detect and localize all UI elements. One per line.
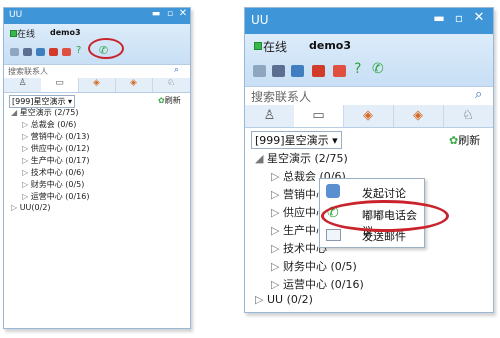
- large-username: demo3: [309, 39, 352, 52]
- large-collapse-icon: ▷: [271, 242, 280, 255]
- small-people-icon[interactable]: [23, 48, 32, 56]
- small-search-bar[interactable]: 搜索联系人 ⌕: [4, 64, 190, 79]
- small-tree-uu-group[interactable]: ▷ UU(0/2): [11, 203, 51, 212]
- small-tree-item[interactable]: ▷ 供应中心 (0/12): [22, 143, 89, 154]
- large-search-icon[interactable]: ⌕: [475, 87, 482, 102]
- large-collapse-icon: ▷: [271, 260, 280, 273]
- large-status-text[interactable]: 在线: [263, 38, 287, 55]
- small-tree-item[interactable]: ▷ 运营中心 (0/16): [22, 191, 89, 202]
- discussion-icon: [326, 184, 340, 198]
- mail-icon: [326, 229, 341, 241]
- large-title-bar: UU ▬ ▫ ✕: [245, 8, 493, 34]
- large-tree-root[interactable]: ◢ 星空演示 (2/75): [255, 150, 348, 166]
- small-tree-item[interactable]: ▷ 生产中心 (0/17): [22, 155, 89, 166]
- large-maximize-button[interactable]: ▫: [451, 11, 467, 25]
- small-username: demo3: [50, 28, 81, 37]
- large-app-icon[interactable]: [312, 65, 325, 77]
- small-collapse-icon: ▷: [22, 180, 29, 189]
- small-tree-item[interactable]: ▷ 财务中心 (0/5): [22, 179, 84, 190]
- small-help-icon[interactable]: ?: [76, 46, 86, 56]
- small-tab-groups[interactable]: ▭: [41, 78, 79, 92]
- conference-highlight: [321, 200, 449, 232]
- large-tab-bar: ♙ ▭ ◈ ◈ ♘: [245, 105, 493, 128]
- large-tab-contacts[interactable]: ♙: [245, 105, 295, 127]
- small-maximize-button[interactable]: ▫: [164, 9, 176, 19]
- large-group-select[interactable]: [999]星空演示 ▾: [251, 131, 342, 149]
- small-search-input[interactable]: 搜索联系人: [8, 66, 48, 77]
- small-collapse-icon: ▷: [22, 132, 29, 141]
- large-status-icon[interactable]: [254, 42, 262, 50]
- small-tree-item[interactable]: ▷ 技术中心 (0/6): [22, 167, 84, 178]
- small-expand-icon: ◢: [11, 108, 18, 117]
- small-status-icon[interactable]: [10, 30, 17, 37]
- small-mail-icon[interactable]: [10, 48, 19, 56]
- small-close-button[interactable]: ✕: [177, 8, 189, 19]
- large-tree-item[interactable]: ▷ 运营中心 (0/16): [271, 276, 364, 292]
- small-search-icon[interactable]: ⌕: [174, 65, 179, 75]
- large-people-icon[interactable]: [272, 65, 285, 77]
- large-close-button[interactable]: ✕: [471, 10, 487, 25]
- large-help-icon[interactable]: ?: [354, 62, 367, 76]
- small-sms-icon[interactable]: [62, 48, 71, 56]
- large-refresh-icon: ✿: [449, 134, 459, 147]
- large-search-bar[interactable]: 搜索联系人 ⌕: [245, 86, 493, 106]
- small-tab-settings[interactable]: ♘: [152, 78, 190, 92]
- small-chat-icon[interactable]: [36, 48, 45, 56]
- large-collapse-icon: ▷: [271, 188, 280, 201]
- large-tab-groups[interactable]: ▭: [294, 105, 344, 127]
- large-collapse-icon: ▷: [271, 278, 280, 291]
- large-tree-uu-group[interactable]: ▷ UU (0/2): [255, 293, 313, 306]
- large-refresh-button[interactable]: ✿刷新: [449, 132, 480, 148]
- small-app-title: UU: [9, 10, 23, 20]
- small-collapse-icon: ▷: [22, 156, 29, 165]
- small-collapse-icon: ▷: [22, 192, 29, 201]
- large-mail-icon[interactable]: [253, 65, 266, 77]
- large-tree-item[interactable]: ▷ 财务中心 (0/5): [271, 258, 357, 274]
- large-collapse-icon: ▷: [271, 224, 280, 237]
- large-collapse-icon: ▷: [255, 293, 264, 306]
- large-app-title: UU: [251, 13, 269, 27]
- small-minimize-button[interactable]: ▬: [150, 9, 162, 19]
- small-collapse-icon: ▷: [22, 120, 29, 129]
- small-tree-item[interactable]: ▷ 营销中心 (0/13): [22, 131, 89, 142]
- large-header: 在线 demo3 ? ✆: [245, 34, 493, 86]
- large-minimize-button[interactable]: ▬: [431, 11, 447, 25]
- small-tab-bar: ♙ ▭ ◈ ◈ ♘: [4, 78, 190, 93]
- small-phone-highlight: [88, 38, 124, 59]
- small-collapse-icon: ▷: [22, 168, 29, 177]
- small-tab-discussions[interactable]: ◈: [78, 78, 116, 92]
- large-tab-settings[interactable]: ♘: [443, 105, 493, 127]
- small-tab-recent[interactable]: ◈: [115, 78, 153, 92]
- small-collapse-icon: ▷: [11, 203, 18, 212]
- small-tree-item[interactable]: ▷ 总裁会 (0/6): [22, 119, 76, 130]
- small-tab-contacts[interactable]: ♙: [4, 78, 42, 92]
- large-chat-icon[interactable]: [291, 65, 304, 77]
- small-title-bar: UU ▬ ▫ ✕: [4, 8, 190, 24]
- small-collapse-icon: ▷: [22, 144, 29, 153]
- large-collapse-icon: ▷: [271, 206, 280, 219]
- small-refresh-icon: ✿: [158, 96, 165, 105]
- small-window: UU ▬ ▫ ✕ 在线 demo3 ? ✆ 搜索联系人 ⌕ ♙ ▭ ◈ ◈ ♘ …: [3, 7, 191, 329]
- large-phone-icon[interactable]: ✆: [372, 62, 386, 76]
- small-refresh-button[interactable]: ✿刷新: [158, 95, 181, 106]
- large-search-input[interactable]: 搜索联系人: [251, 88, 311, 105]
- large-tab-discussions[interactable]: ◈: [343, 105, 394, 127]
- large-collapse-icon: ▷: [271, 170, 280, 183]
- small-tree-root[interactable]: ◢ 星空演示 (2/75): [11, 107, 78, 118]
- small-status-text[interactable]: 在线: [17, 27, 35, 40]
- large-sms-icon[interactable]: [333, 65, 346, 77]
- large-window: UU ▬ ▫ ✕ 在线 demo3 ? ✆ 搜索联系人 ⌕ ♙ ▭ ◈ ◈ ♘ …: [244, 7, 494, 313]
- small-app-icon[interactable]: [49, 48, 58, 56]
- large-tab-recent[interactable]: ◈: [393, 105, 444, 127]
- large-expand-icon: ◢: [255, 152, 264, 165]
